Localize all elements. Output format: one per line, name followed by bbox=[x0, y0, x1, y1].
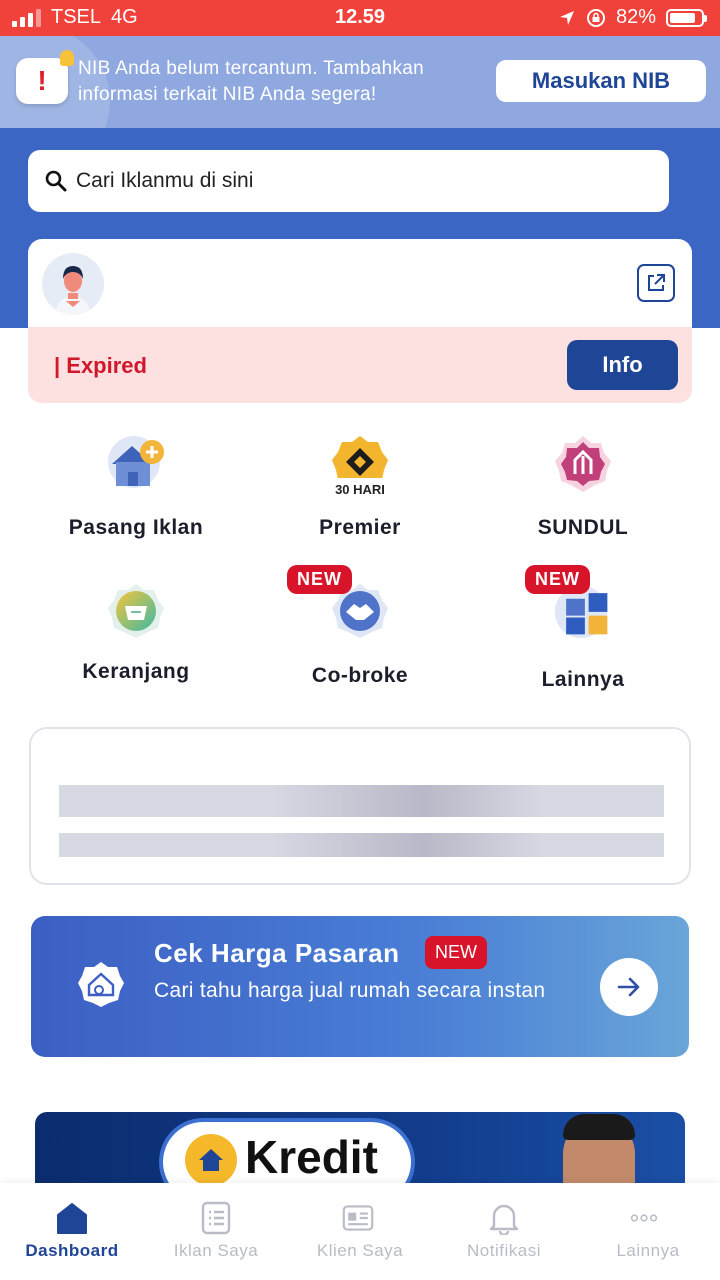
battery-icon bbox=[666, 8, 707, 27]
nav-lainnya[interactable]: Lainnya bbox=[576, 1183, 720, 1280]
search-input[interactable]: Cari Iklanmu di sini bbox=[28, 150, 669, 212]
home-icon bbox=[57, 1203, 87, 1234]
search-icon bbox=[45, 170, 67, 192]
nav-label-iklan-saya: Iklan Saya bbox=[173, 1241, 259, 1260]
premier-icon-caption: 30 HARI bbox=[335, 482, 385, 497]
alert-bell-icon: ! bbox=[16, 50, 74, 104]
nav-label-klien-saya: Klien Saya bbox=[316, 1241, 404, 1260]
cek-harga-subtitle: Cari tahu harga jual rumah secara instan bbox=[154, 979, 546, 1002]
avatar-icon bbox=[56, 266, 90, 315]
share-button[interactable] bbox=[637, 264, 675, 302]
menu-label-premier: Premier bbox=[319, 516, 401, 539]
cek-harga-arrow-button[interactable] bbox=[600, 958, 658, 1016]
cek-harga-banner[interactable]: Cek Harga Pasaran NEW Cari tahu harga ju… bbox=[31, 916, 689, 1057]
status-bar: TSEL 4G 12.59 82% bbox=[0, 0, 720, 36]
id-card-icon bbox=[342, 1205, 374, 1231]
bell-icon bbox=[489, 1204, 519, 1235]
info-button[interactable]: Info bbox=[567, 340, 678, 390]
loading-skeleton-card bbox=[29, 727, 691, 885]
bottom-navigation: Dashboard Iklan Saya Klien Saya Notifika… bbox=[0, 1183, 720, 1280]
menu-co-broke[interactable]: Co-broke bbox=[260, 580, 460, 690]
nav-label-lainnya: Lainnya bbox=[616, 1241, 680, 1260]
arrow-right-icon bbox=[617, 977, 640, 997]
house-icon bbox=[199, 1149, 223, 1171]
kredit-house-icon bbox=[185, 1134, 237, 1184]
skeleton-line bbox=[59, 833, 664, 857]
nav-label-dashboard: Dashboard bbox=[25, 1241, 119, 1260]
skeleton-line bbox=[59, 785, 664, 817]
expired-status-bar: | Expired Info bbox=[28, 327, 692, 403]
nav-notifikasi[interactable]: Notifikasi bbox=[432, 1183, 576, 1280]
kredit-promo-banner[interactable]: Kredit bbox=[35, 1112, 685, 1184]
kredit-person-hair bbox=[563, 1114, 635, 1140]
masukan-nib-button[interactable]: Masukan NIB bbox=[496, 60, 706, 102]
co-broke-new-badge: NEW bbox=[287, 565, 352, 594]
menu-label-co-broke: Co-broke bbox=[311, 664, 409, 687]
menu-lainnya[interactable]: Lainnya bbox=[483, 580, 683, 695]
cek-harga-new-badge: NEW bbox=[425, 936, 487, 969]
house-plus-icon bbox=[108, 436, 164, 488]
more-dots-icon bbox=[630, 1214, 658, 1222]
menu-pasang-iklan[interactable]: Pasang Iklan bbox=[36, 430, 236, 545]
status-right: 82% bbox=[558, 6, 707, 29]
menu-premier[interactable]: 30 HARI Premier bbox=[260, 430, 460, 545]
app-screen: TSEL 4G 12.59 82% ! NIB Anda belum terca… bbox=[0, 0, 720, 1280]
avatar[interactable] bbox=[42, 253, 104, 315]
nav-label-notifikasi: Notifikasi bbox=[467, 1241, 541, 1260]
nav-klien-saya[interactable]: Klien Saya bbox=[288, 1183, 432, 1280]
nib-banner: ! NIB Anda belum tercantum. Tambahkan in… bbox=[0, 36, 720, 128]
location-arrow-icon bbox=[559, 10, 574, 25]
menu-keranjang[interactable]: Keranjang bbox=[36, 580, 236, 690]
battery-fill bbox=[670, 12, 695, 23]
kredit-logo-pill: Kredit bbox=[163, 1122, 411, 1184]
nav-dashboard[interactable]: Dashboard bbox=[0, 1183, 144, 1280]
menu-label-keranjang: Keranjang bbox=[82, 660, 190, 683]
search-placeholder: Cari Iklanmu di sini bbox=[76, 169, 254, 192]
basket-icon bbox=[108, 584, 164, 638]
bump-up-icon bbox=[555, 436, 611, 492]
profile-card: | Expired Info bbox=[28, 239, 692, 403]
battery-percent: 82% bbox=[615, 6, 656, 28]
expired-label: | Expired bbox=[54, 353, 147, 378]
cek-harga-title: Cek Harga Pasaran bbox=[154, 938, 400, 968]
menu-sundul[interactable]: SUNDUL bbox=[483, 430, 683, 545]
lainnya-new-badge: NEW bbox=[525, 565, 590, 594]
share-icon bbox=[648, 274, 665, 291]
menu-label-lainnya: Lainnya bbox=[541, 668, 625, 691]
menu-label-sundul: SUNDUL bbox=[537, 516, 629, 539]
list-doc-icon bbox=[201, 1201, 231, 1235]
nib-message: NIB Anda belum tercantum. Tambahkan info… bbox=[78, 58, 425, 105]
menu-label-pasang-iklan: Pasang Iklan bbox=[68, 516, 204, 539]
rotation-lock-icon bbox=[586, 8, 605, 27]
house-price-icon bbox=[78, 962, 124, 1007]
kredit-title: Kredit bbox=[245, 1131, 378, 1183]
nav-iklan-saya[interactable]: Iklan Saya bbox=[144, 1183, 288, 1280]
